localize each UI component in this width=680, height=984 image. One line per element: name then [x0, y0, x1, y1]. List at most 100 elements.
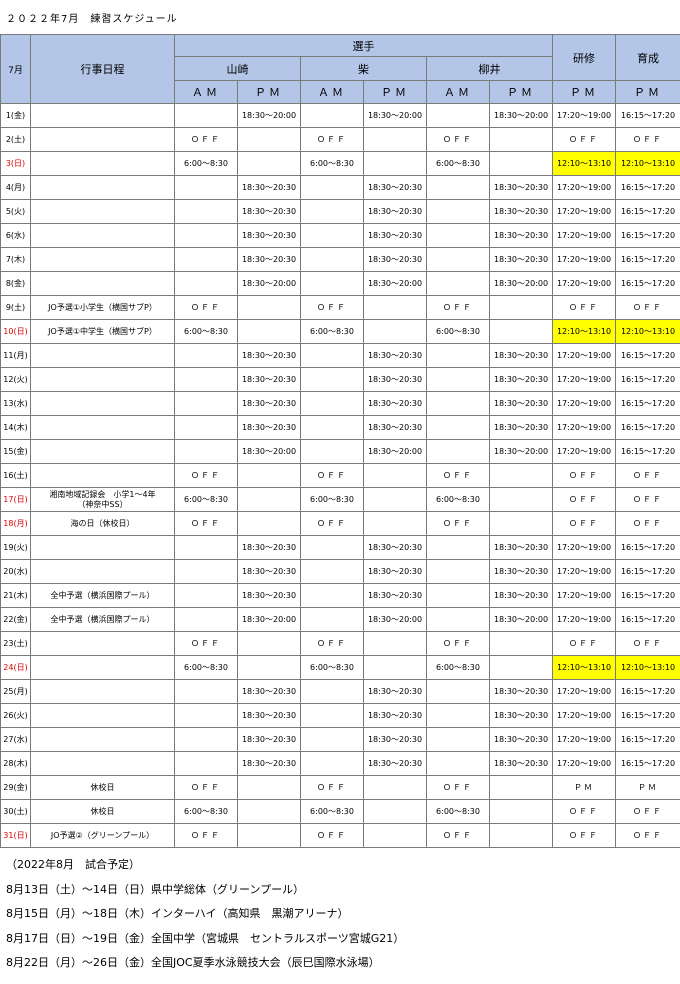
- schedule-row: 8(金) 18:30～20:00 18:30～20:00 18:30～20:00 17:…: [0, 271, 680, 296]
- time-cell: 18:30～20:30: [363, 247, 427, 272]
- time-cell: 6:00～8:30: [174, 319, 238, 344]
- date-cell: 30(土): [0, 799, 31, 824]
- date-cell: 21(木): [0, 583, 31, 608]
- event-cell: [30, 535, 175, 560]
- time-cell: ＯＦＦ: [552, 511, 617, 536]
- date-cell: 20(水): [0, 559, 31, 584]
- time-cell: [426, 439, 490, 464]
- time-cell: [237, 511, 301, 536]
- time-cell: [300, 535, 364, 560]
- time-cell: [300, 439, 364, 464]
- event-cell: [30, 559, 175, 584]
- time-cell: 18:30～20:30: [488, 415, 554, 440]
- time-cell: [363, 487, 427, 512]
- event-cell: [30, 199, 175, 224]
- time-cell: ＯＦＦ: [615, 487, 680, 512]
- event-cell: [30, 679, 175, 704]
- time-cell: 18:30～20:30: [363, 391, 427, 416]
- time-cell: [300, 103, 364, 128]
- time-cell: ＯＦＦ: [174, 463, 238, 488]
- event-cell: 休校日: [30, 799, 175, 824]
- time-cell: 6:00～8:30: [426, 319, 490, 344]
- time-cell: ＯＦＦ: [174, 511, 238, 536]
- date-cell: 4(月): [0, 175, 31, 200]
- time-cell: ＯＦＦ: [426, 463, 490, 488]
- time-cell: ＯＦＦ: [300, 295, 364, 320]
- time-cell: 18:30～20:30: [363, 343, 427, 368]
- date-cell: 24(日): [0, 655, 31, 680]
- time-cell: 6:00～8:30: [300, 799, 364, 824]
- time-cell: [363, 127, 427, 152]
- schedule-row: 17(日) 湘南地域記録会 小学1～4年 （神奈中SS） 6:00～8:30 6:00…: [0, 487, 680, 512]
- note-line: 8月17日（日）～19日（金）全国中学（宮城県 セントラルスポーツ宮城G21）: [6, 931, 405, 945]
- time-cell: 6:00～8:30: [174, 487, 238, 512]
- time-cell: [426, 223, 490, 248]
- event-cell: [30, 655, 175, 680]
- time-cell: [426, 583, 490, 608]
- time-cell: [237, 127, 301, 152]
- time-cell: ＯＦＦ: [552, 463, 617, 488]
- time-cell: [426, 703, 490, 728]
- am-header: ＡＭ: [174, 80, 238, 104]
- date-cell: 23(土): [0, 631, 31, 656]
- time-cell: ＯＦＦ: [174, 823, 238, 848]
- time-cell: 17:20～19:00: [552, 583, 617, 608]
- time-cell: 18:30～20:00: [488, 607, 554, 632]
- schedule-row: 2(土) ＯＦＦ ＯＦＦ ＯＦＦ ＯＦＦ ＯＦＦ: [0, 127, 680, 152]
- pm-header: ＰＭ: [552, 80, 617, 104]
- schedule-row: 29(金) 休校日 ＯＦＦ ＯＦＦ ＯＦＦ ＰＭ ＰＭ: [0, 775, 680, 800]
- time-cell: [426, 535, 490, 560]
- time-cell: 18:30～20:30: [363, 535, 427, 560]
- event-cell: [30, 727, 175, 752]
- time-cell: 16:15～17:20: [615, 175, 680, 200]
- schedule-row: 22(金) 全中予選（横浜国際プール） 18:30～20:00 18:30～20:00…: [0, 607, 680, 632]
- event-cell: [30, 127, 175, 152]
- time-cell: 18:30～20:30: [488, 559, 554, 584]
- schedule-row: 1(金) 18:30～20:00 18:30～20:00 18:30～20:00 17:…: [0, 103, 680, 128]
- date-cell: 31(日): [0, 823, 31, 848]
- time-cell: [363, 775, 427, 800]
- time-cell: [426, 367, 490, 392]
- date-cell: 6(水): [0, 223, 31, 248]
- time-cell: ＯＦＦ: [552, 487, 617, 512]
- time-cell: 18:30～20:30: [237, 223, 301, 248]
- date-cell: 15(金): [0, 439, 31, 464]
- time-cell: 17:20～19:00: [552, 751, 617, 776]
- time-cell: [174, 607, 238, 632]
- am-header: ＡＭ: [426, 80, 490, 104]
- schedule-row: 30(土) 休校日 6:00～8:30 6:00～8:30 6:00～8:30 ＯＦＦ ＯＦ…: [0, 799, 680, 824]
- time-cell: 18:30～20:30: [488, 391, 554, 416]
- date-cell: 8(金): [0, 271, 31, 296]
- time-cell: 17:20～19:00: [552, 223, 617, 248]
- note-line: 8月13日（土）～14日（日）県中学総体（グリーンプール）: [6, 882, 305, 896]
- time-cell: [363, 799, 427, 824]
- time-cell: ＯＦＦ: [426, 823, 490, 848]
- time-cell: 18:30～20:30: [488, 223, 554, 248]
- time-cell: 17:20～19:00: [552, 103, 617, 128]
- event-cell: [30, 463, 175, 488]
- event-cell: [30, 439, 175, 464]
- time-cell: 18:30～20:30: [237, 415, 301, 440]
- time-cell: [426, 559, 490, 584]
- schedule-row: 20(水) 18:30～20:30 18:30～20:30 18:30～20:30 17…: [0, 559, 680, 584]
- time-cell: 18:30～20:30: [363, 175, 427, 200]
- time-cell: 18:30～20:30: [363, 559, 427, 584]
- time-cell: [488, 775, 554, 800]
- time-cell: [300, 703, 364, 728]
- event-cell: [30, 271, 175, 296]
- date-cell: 1(金): [0, 103, 31, 128]
- time-cell: ＯＦＦ: [174, 631, 238, 656]
- schedule-row: 7(木) 18:30～20:30 18:30～20:30 18:30～20:30 17:…: [0, 247, 680, 272]
- time-cell: 18:30～20:30: [237, 535, 301, 560]
- time-cell: [174, 223, 238, 248]
- time-cell: ＯＦＦ: [552, 799, 617, 824]
- time-cell: 18:30～20:30: [363, 679, 427, 704]
- event-cell: [30, 343, 175, 368]
- time-cell: ＯＦＦ: [300, 127, 364, 152]
- time-cell: 17:20～19:00: [552, 535, 617, 560]
- time-cell: 16:15～17:20: [615, 679, 680, 704]
- event-cell: 湘南地域記録会 小学1～4年 （神奈中SS）: [30, 487, 175, 512]
- time-cell: ＯＦＦ: [552, 823, 617, 848]
- events-header: 行事日程: [30, 34, 175, 104]
- time-cell: ＯＦＦ: [615, 823, 680, 848]
